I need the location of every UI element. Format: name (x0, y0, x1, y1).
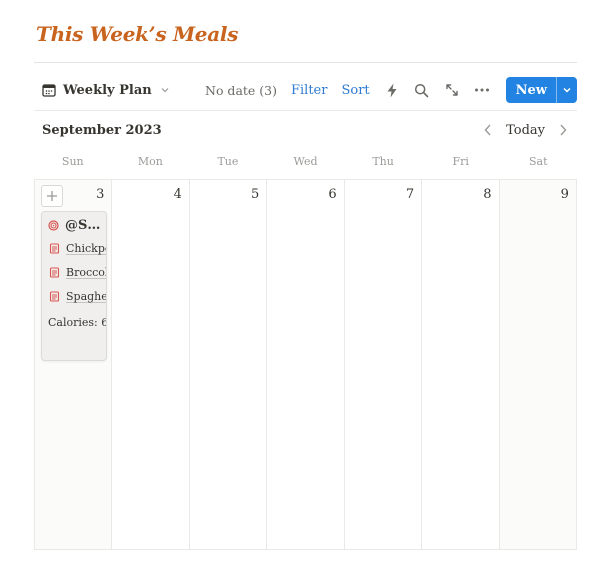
filter-button[interactable]: Filter (291, 83, 327, 98)
next-month-button[interactable] (555, 120, 571, 140)
day-number: 9 (560, 187, 569, 202)
day-number: 7 (405, 187, 415, 202)
chevron-down-icon (161, 88, 169, 93)
calendar-icon (42, 84, 56, 97)
plus-icon (47, 191, 57, 201)
day-number: 3 (96, 187, 105, 202)
day-number: 4 (173, 187, 182, 202)
day-number: 8 (483, 187, 492, 202)
today-button[interactable]: Today (506, 123, 545, 138)
new-dropdown-button[interactable] (557, 77, 577, 103)
weekday-label: Sat (529, 155, 548, 168)
day-number: 5 (250, 187, 260, 202)
card-title-text: @S… (65, 218, 101, 233)
day-cell-tue[interactable]: 5 (188, 180, 267, 549)
weekday-header: Sun Mon Tue Wed Thu Fri Sat (34, 152, 577, 178)
database-toolbar: Weekly Plan No date (3) Filter Sort New (34, 75, 577, 105)
automation-button[interactable] (384, 82, 400, 98)
recipe-name: Broccol (66, 266, 107, 279)
day-cell-fri[interactable]: 8 (421, 180, 499, 549)
title-divider (34, 62, 577, 63)
new-button[interactable]: New (506, 77, 556, 103)
day-number: 6 (328, 187, 337, 202)
month-navigation: Today (480, 120, 571, 140)
recipe-icon (49, 267, 60, 278)
weekday-label: Sun (61, 155, 84, 168)
day-cell-sat[interactable]: 9 (498, 180, 576, 549)
weekday-label: Fri (452, 155, 469, 168)
calendar-header: September 2023 Today (34, 118, 577, 146)
chevron-down-icon (563, 87, 571, 93)
chevron-left-icon (484, 124, 491, 136)
spiral-icon (48, 220, 59, 231)
sort-button[interactable]: Sort (341, 83, 369, 98)
recipe-link[interactable]: Broccol (49, 266, 107, 279)
recipe-link[interactable]: Spaghet (49, 290, 106, 303)
search-icon (415, 83, 429, 97)
chevron-right-icon (560, 124, 567, 136)
view-label: Weekly Plan (63, 82, 152, 98)
day-cell-sun[interactable]: 3 @S… Chickpe Broccol Spagh Calories: 6 (35, 180, 112, 549)
add-item-button[interactable] (41, 185, 63, 207)
expand-icon (445, 84, 458, 96)
day-cell-wed[interactable]: 6 (266, 180, 344, 549)
card-title: @S… (48, 218, 100, 233)
day-cell-thu[interactable]: 7 (343, 180, 422, 549)
recipe-name: Chickpe (66, 242, 107, 255)
more-icon (474, 88, 489, 92)
meal-card[interactable]: @S… Chickpe Broccol Spagh Calories: 6 (41, 211, 107, 361)
previous-month-button[interactable] (480, 120, 496, 140)
lightning-icon (387, 83, 397, 97)
weekday-label: Tue (217, 155, 239, 168)
page-title: This Week’s Meals (36, 22, 239, 46)
recipe-link[interactable]: Chickpe (49, 242, 107, 255)
recipe-icon (49, 291, 60, 302)
more-options-button[interactable] (474, 82, 490, 98)
no-date-button[interactable]: No date (3) (205, 83, 277, 98)
calories-property: Calories: 6 (48, 316, 107, 329)
toolbar-divider (34, 110, 577, 111)
week-grid: 3 @S… Chickpe Broccol Spagh Calories: 6 … (34, 179, 577, 550)
search-button[interactable] (414, 82, 430, 98)
new-button-group: New (505, 77, 577, 103)
view-selector[interactable]: Weekly Plan (42, 75, 170, 105)
day-cell-mon[interactable]: 4 (111, 180, 189, 549)
month-label: September 2023 (42, 123, 162, 138)
open-full-page-button[interactable] (444, 82, 460, 98)
recipe-name: Spaghet (66, 290, 106, 303)
weekday-label: Mon (137, 155, 163, 168)
weekday-label: Wed (293, 155, 318, 168)
weekday-label: Thu (372, 155, 394, 168)
recipe-icon (49, 243, 60, 254)
